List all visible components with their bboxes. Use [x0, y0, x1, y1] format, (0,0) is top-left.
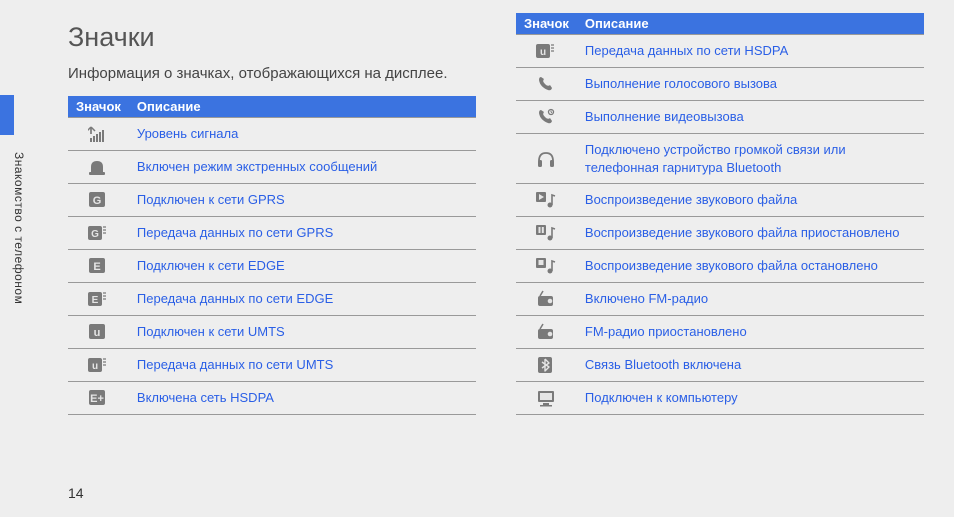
description-cell: Подключен к сети EDGE: [129, 250, 476, 283]
svg-text:E+: E+: [91, 393, 105, 405]
umts-tx-icon: u: [68, 349, 129, 382]
description-cell: Подключен к компьютеру: [577, 382, 924, 415]
table-row: Подключено устройство громкой связи или …: [516, 134, 924, 184]
table-row: E Передача данных по сети EDGE: [68, 283, 476, 316]
fm-pause-icon: [516, 316, 577, 349]
description-cell: Подключено устройство громкой связи или …: [577, 134, 924, 184]
signal-icon: [68, 118, 129, 151]
icon-table-right: Значок Описание u Передача данных по сети…: [516, 13, 924, 415]
table-row: FM-радио приостановлено: [516, 316, 924, 349]
table-row: Подключен к компьютеру: [516, 382, 924, 415]
edge-icon: E: [68, 250, 129, 283]
table-row: u Передача данных по сети UMTS: [68, 349, 476, 382]
bluetooth-icon: [516, 349, 577, 382]
stop-icon: [516, 250, 577, 283]
edge-tx-icon: E: [68, 283, 129, 316]
svg-text:G: G: [93, 195, 102, 207]
description-cell: Воспроизведение звукового файла приостан…: [577, 217, 924, 250]
description-cell: Передача данных по сети EDGE: [129, 283, 476, 316]
hsdpa-on-icon: E+: [68, 382, 129, 415]
description-cell: Передача данных по сети GPRS: [129, 217, 476, 250]
table-row: Включен режим экстренных сообщений: [68, 151, 476, 184]
svg-text:u: u: [540, 47, 546, 58]
hsdpa-tx-icon: u: [516, 35, 577, 68]
svg-text:u: u: [94, 327, 101, 339]
table-row: Воспроизведение звукового файла остановл…: [516, 250, 924, 283]
table-row: Включено FM-радио: [516, 283, 924, 316]
table-row: Воспроизведение звукового файла приостан…: [516, 217, 924, 250]
description-cell: Выполнение видеовызова: [577, 101, 924, 134]
th-desc: Описание: [577, 13, 924, 35]
call-icon: [516, 68, 577, 101]
video-call-icon: [516, 101, 577, 134]
table-row: Связь Bluetooth включена: [516, 349, 924, 382]
table-row: Воспроизведение звукового файла: [516, 184, 924, 217]
description-cell: Воспроизведение звукового файла остановл…: [577, 250, 924, 283]
play-icon: [516, 184, 577, 217]
table-row: u Подключен к сети UMTS: [68, 316, 476, 349]
table-row: Уровень сигнала: [68, 118, 476, 151]
description-cell: Включено FM-радио: [577, 283, 924, 316]
headphones-icon: [516, 134, 577, 184]
description-cell: Выполнение голосового вызова: [577, 68, 924, 101]
table-row: E Подключен к сети EDGE: [68, 250, 476, 283]
gprs-icon: G: [68, 184, 129, 217]
description-cell: Подключен к сети UMTS: [129, 316, 476, 349]
table-row: u Передача данных по сети HSDPA: [516, 35, 924, 68]
svg-text:E: E: [94, 261, 101, 273]
description-cell: Уровень сигнала: [129, 118, 476, 151]
svg-text:E: E: [92, 295, 99, 306]
description-cell: FM-радио приостановлено: [577, 316, 924, 349]
pause-icon: [516, 217, 577, 250]
description-cell: Передача данных по сети UMTS: [129, 349, 476, 382]
description-cell: Включена сеть HSDPA: [129, 382, 476, 415]
th-icon: Значок: [68, 96, 129, 118]
description-cell: Передача данных по сети HSDPA: [577, 35, 924, 68]
th-desc: Описание: [129, 96, 476, 118]
description-cell: Подключен к сети GPRS: [129, 184, 476, 217]
side-accent-bar: [0, 95, 14, 135]
page-number: 14: [68, 485, 84, 501]
table-row: Выполнение видеовызова: [516, 101, 924, 134]
table-row: E+ Включена сеть HSDPA: [68, 382, 476, 415]
description-cell: Связь Bluetooth включена: [577, 349, 924, 382]
svg-text:G: G: [92, 229, 100, 240]
umts-icon: u: [68, 316, 129, 349]
icon-table-left: Значок Описание Уровень сигналаВключен р…: [68, 96, 476, 415]
emergency-icon: [68, 151, 129, 184]
description-cell: Воспроизведение звукового файла: [577, 184, 924, 217]
table-row: Выполнение голосового вызова: [516, 68, 924, 101]
pc-icon: [516, 382, 577, 415]
intro-text: Информация о значках, отображающихся на …: [68, 63, 448, 84]
table-row: G Передача данных по сети GPRS: [68, 217, 476, 250]
th-icon: Значок: [516, 13, 577, 35]
svg-text:u: u: [92, 361, 98, 372]
gprs-tx-icon: G: [68, 217, 129, 250]
side-section-label: Знакомство с телефоном: [12, 152, 26, 304]
fm-on-icon: [516, 283, 577, 316]
table-row: G Подключен к сети GPRS: [68, 184, 476, 217]
description-cell: Включен режим экстренных сообщений: [129, 151, 476, 184]
